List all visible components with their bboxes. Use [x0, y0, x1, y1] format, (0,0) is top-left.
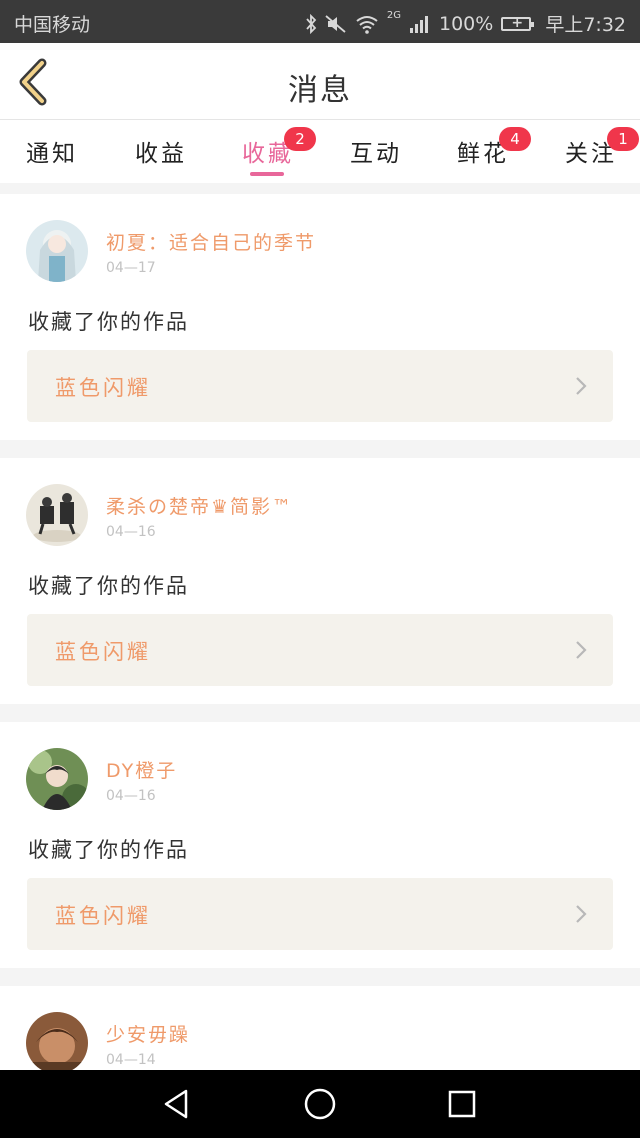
tab-label: 收益 — [135, 141, 187, 167]
work-title: 蓝色闪耀 — [55, 640, 151, 664]
unread-badge: 1 — [607, 127, 639, 151]
unread-badge: 2 — [284, 127, 316, 151]
battery-icon: + — [501, 15, 535, 31]
username[interactable]: 少安毋躁 — [106, 1020, 190, 1047]
chevron-right-icon — [576, 641, 587, 659]
bluetooth-icon — [306, 13, 317, 34]
avatar[interactable] — [26, 748, 88, 810]
tab-flowers[interactable]: 鲜花 4 — [457, 127, 531, 168]
avatar[interactable] — [26, 484, 88, 546]
network-type: 2G — [386, 10, 401, 21]
work-link[interactable]: 蓝色闪耀 — [27, 350, 613, 422]
nav-home-button[interactable] — [303, 1087, 337, 1121]
unread-badge: 4 — [499, 127, 531, 151]
work-link[interactable]: 蓝色闪耀 — [27, 878, 613, 950]
status-bar: 中国移动 2G 100% + 早上7:32 — [0, 0, 640, 43]
action-text: 收藏了你的作品 — [28, 838, 189, 862]
avatar-image — [26, 484, 88, 546]
timestamp: 04—16 — [106, 524, 156, 540]
active-tab-indicator — [250, 172, 284, 176]
action-text: 收藏了你的作品 — [28, 574, 189, 598]
square-recents-icon — [448, 1090, 476, 1118]
tab-label: 通知 — [26, 141, 78, 167]
battery-percent: 100% — [439, 12, 494, 35]
timestamp: 04—16 — [106, 788, 156, 804]
avatar[interactable] — [26, 1012, 88, 1074]
work-link[interactable]: 蓝色闪耀 — [27, 614, 613, 686]
nav-recents-button[interactable] — [445, 1087, 479, 1121]
tab-favorites[interactable]: 收藏 2 — [242, 127, 316, 176]
avatar-image — [26, 748, 88, 810]
tab-label: 互动 — [350, 141, 402, 167]
clock: 早上7:32 — [545, 14, 626, 36]
username[interactable]: 柔杀の楚帝♛简影™ — [106, 492, 293, 519]
status-icons: 2G 100% + 早上7:32 — [305, 10, 626, 37]
timestamp: 04—14 — [106, 1052, 156, 1068]
triangle-back-icon — [164, 1089, 188, 1119]
tab-notifications[interactable]: 通知 — [26, 134, 78, 168]
tab-interactions[interactable]: 互动 — [350, 134, 402, 168]
chevron-right-icon — [576, 377, 587, 395]
notification-card: 柔杀の楚帝♛简影™ 04—16 收藏了你的作品 蓝色闪耀 — [0, 458, 640, 704]
carrier-label: 中国移动 — [14, 14, 91, 36]
work-title: 蓝色闪耀 — [55, 904, 151, 928]
notification-card: DY橙子 04—16 收藏了你的作品 蓝色闪耀 — [0, 722, 640, 968]
notification-card: 初夏：适合自己的季节 04—17 收藏了你的作品 蓝色闪耀 — [0, 194, 640, 440]
page-title: 消息 — [288, 73, 352, 108]
action-text: 收藏了你的作品 — [28, 310, 189, 334]
avatar-image — [26, 1012, 88, 1074]
app-header: 消息 — [0, 43, 640, 120]
system-navigation-bar — [0, 1070, 640, 1138]
username[interactable]: DY橙子 — [106, 756, 177, 783]
tab-bar: 通知 收益 收藏 2 互动 鲜花 4 关注 1 — [0, 120, 640, 183]
notification-card: 少安毋躁 04—14 — [0, 986, 640, 1074]
circle-home-icon — [304, 1088, 336, 1120]
avatar[interactable] — [26, 220, 88, 282]
mute-icon — [325, 14, 346, 33]
chevron-right-icon — [576, 905, 587, 923]
signal-icon — [410, 15, 428, 33]
nav-back-button[interactable] — [160, 1087, 194, 1121]
tab-follows[interactable]: 关注 1 — [565, 127, 639, 168]
tab-earnings[interactable]: 收益 — [135, 134, 187, 168]
wifi-icon — [356, 15, 378, 34]
username[interactable]: 初夏：适合自己的季节 — [106, 228, 316, 255]
avatar-image — [26, 220, 88, 282]
work-title: 蓝色闪耀 — [55, 376, 151, 400]
timestamp: 04—17 — [106, 260, 156, 276]
